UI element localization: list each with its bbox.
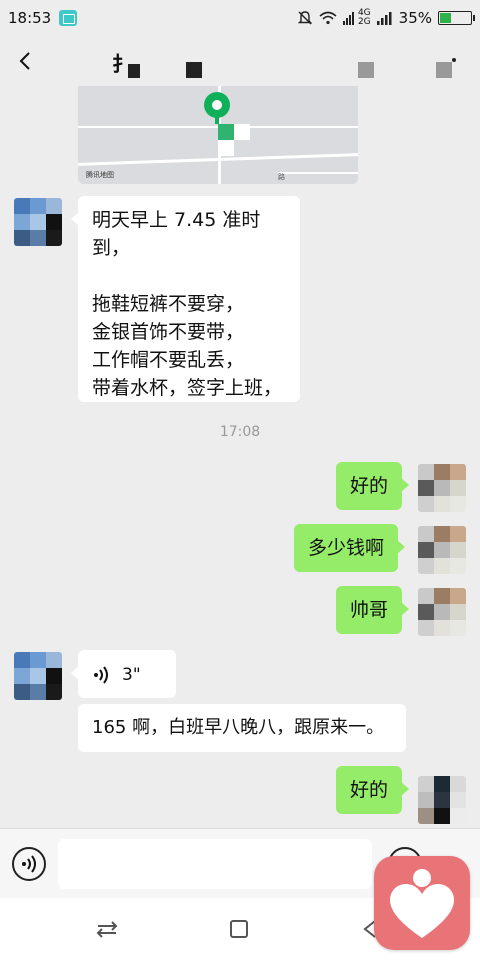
redacted-block bbox=[218, 124, 234, 140]
redacted-block bbox=[186, 62, 202, 78]
message-text: 好的 bbox=[350, 475, 389, 497]
more-dot bbox=[452, 58, 456, 62]
battery-fill bbox=[440, 13, 451, 23]
cell-signal-dual: 4G 2G bbox=[342, 9, 371, 27]
location-map-card[interactable]: 腾讯地图 路 bbox=[78, 86, 358, 184]
screenshot-icon bbox=[59, 10, 78, 26]
contact-avatar[interactable] bbox=[14, 652, 62, 700]
map-pin-tail bbox=[215, 114, 219, 124]
message-line bbox=[92, 262, 286, 290]
contact-avatar[interactable] bbox=[14, 198, 62, 246]
my-avatar[interactable] bbox=[418, 526, 466, 574]
message-line: 金银首饰不要带， bbox=[92, 321, 245, 343]
message-line: 带着水杯，签字上班， bbox=[92, 377, 283, 399]
received-message-bubble[interactable]: 165 啊，白班早八晚八，跟原来一。 bbox=[78, 704, 406, 752]
redacted-block bbox=[128, 64, 140, 78]
message-text: 多少钱啊 bbox=[308, 537, 385, 559]
map-provider-label: 腾讯地图 bbox=[86, 171, 114, 179]
more-menu-icon[interactable] bbox=[436, 62, 452, 78]
my-avatar[interactable] bbox=[418, 776, 466, 824]
message-line: 到， bbox=[92, 237, 131, 259]
sent-message-bubble[interactable]: 好的 bbox=[336, 462, 410, 510]
my-avatar[interactable] bbox=[418, 588, 466, 636]
sent-message-bubble[interactable]: 多少钱啊 bbox=[294, 524, 406, 572]
chat-header: 扌 bbox=[0, 36, 480, 86]
signal-icon bbox=[376, 12, 392, 25]
redacted-block bbox=[218, 140, 234, 156]
message-text: 帅哥 bbox=[350, 599, 389, 621]
voice-wave-icon bbox=[94, 665, 108, 684]
sent-message-bubble[interactable]: 好的 bbox=[336, 766, 410, 814]
home-icon[interactable] bbox=[224, 914, 254, 944]
recent-apps-icon[interactable] bbox=[92, 914, 122, 944]
voice-message-bubble[interactable]: 3" bbox=[71, 650, 176, 698]
heart-icon bbox=[390, 869, 454, 938]
sent-message-bubble[interactable]: 帅哥 bbox=[336, 586, 410, 634]
redacted-block bbox=[358, 62, 374, 78]
message-text-input[interactable] bbox=[58, 839, 372, 889]
battery-percent: 35% bbox=[398, 9, 432, 27]
status-bar: 18:53 4G 2G 35% bbox=[0, 0, 480, 36]
my-avatar[interactable] bbox=[418, 464, 466, 512]
voice-input-toggle-icon[interactable] bbox=[12, 847, 46, 881]
network-type-sim2: 2G bbox=[357, 17, 371, 27]
message-line: 拖鞋短裤不要穿， bbox=[92, 293, 245, 315]
battery-icon bbox=[438, 11, 475, 25]
mute-notification-icon bbox=[297, 11, 313, 25]
back-arrow-icon[interactable] bbox=[6, 41, 46, 81]
message-line: 明天早上 7.45 准时 bbox=[92, 209, 261, 231]
redacted-block bbox=[234, 124, 250, 140]
message-line: 工作帽不要乱丢， bbox=[92, 349, 245, 371]
voice-duration: 3" bbox=[122, 665, 141, 685]
chat-timestamp: 17:08 bbox=[219, 424, 261, 440]
message-text: 好的 bbox=[350, 779, 389, 801]
received-message-bubble[interactable]: 明天早上 7.45 准时 到， 拖鞋短裤不要穿， 金银首饰不要带， 工作帽不要乱… bbox=[71, 196, 300, 402]
wifi-icon bbox=[319, 11, 337, 25]
map-road-label: 路 bbox=[278, 173, 285, 181]
status-time: 18:53 bbox=[8, 9, 52, 27]
message-text: 165 啊，白班早八晚八，跟原来一。 bbox=[92, 717, 385, 738]
floating-heart-app-icon[interactable] bbox=[374, 856, 470, 950]
